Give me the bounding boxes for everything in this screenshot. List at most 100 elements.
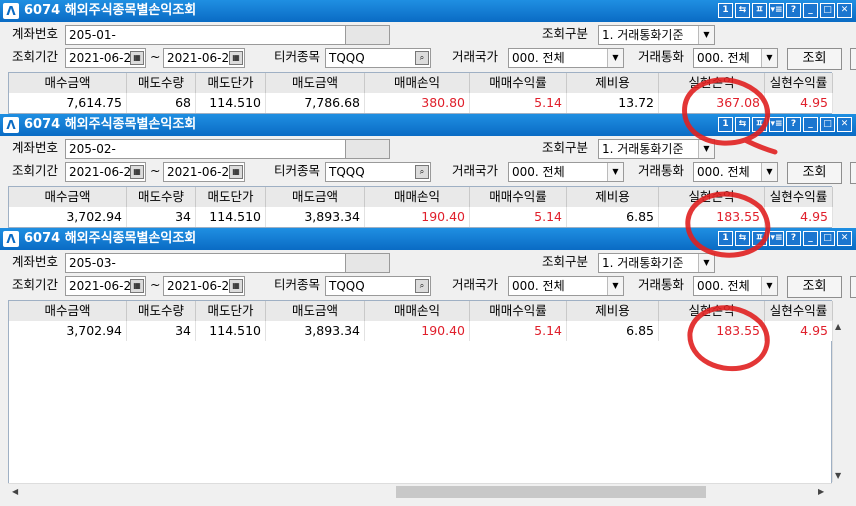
col-header: 매수금액 [9,73,127,93]
link-button[interactable]: ⇆ [735,117,750,132]
ticker-label: 티커종목 [274,277,321,292]
link-button[interactable]: ⇆ [735,231,750,246]
window-2: Λ 6074 해외주식종목별손익조회 1 ⇆ ㅍ ▾≡ ? _ □ ✕ 계좌번호… [0,114,856,228]
realized-pl-cell: 183.55 [659,321,765,341]
close-button[interactable]: ✕ [837,117,852,132]
maximize-button[interactable]: □ [820,117,835,132]
close-button[interactable]: ✕ [837,3,852,18]
menu-button[interactable]: ▾≡ [769,231,784,246]
calendar-icon[interactable]: ▦ [130,165,144,179]
next-button[interactable] [850,276,856,298]
col-header: 매매수익률 [470,73,567,93]
scroll-up-icon[interactable]: ▲ [835,322,841,331]
horizontal-scrollbar[interactable]: ◀ ▶ [8,483,832,500]
scroll-thumb[interactable] [396,486,706,498]
inquiry-type-select[interactable]: 1. 거래통화기준 ▼ [598,253,715,273]
currency-select[interactable]: 000. 전체 ▼ [693,48,778,68]
next-button[interactable] [850,162,856,184]
buy-amount-cell: 3,702.94 [9,207,127,227]
scroll-down-icon[interactable]: ▼ [835,471,841,480]
trade-return-cell: 5.14 [470,321,567,341]
account-input[interactable]: 205-01- [65,25,390,45]
maximize-button[interactable]: □ [820,231,835,246]
result-grid: 매수금액 매도수량 매도단가 매도금액 매매손익 매매수익률 제비용 실현손익 … [8,186,833,228]
grid-header: 매수금액 매도수량 매도단가 매도금액 매매손익 매매수익률 제비용 실현손익 … [9,73,833,93]
vertical-scrollbar[interactable]: ▲ ▼ [832,320,848,482]
app-logo-icon: Λ [3,231,19,247]
chevron-down-icon: ▼ [698,254,714,272]
sell-amount-cell: 7,786.68 [266,93,365,113]
inquiry-type-label: 조회구분 [542,254,589,269]
menu-button[interactable]: ▾≡ [769,3,784,18]
pin-1-button[interactable]: 1 [718,231,733,246]
currency-label: 거래통화 [638,49,685,64]
realized-pl-cell: 183.55 [659,207,765,227]
tilde-label: ~ [150,49,161,64]
col-header: 실현수익률 [765,301,833,321]
magnifier-icon[interactable]: ⌕ [415,51,429,65]
link-button[interactable]: ⇆ [735,3,750,18]
window-title: 6074 해외주식종목별손익조회 [24,3,197,18]
pin-button[interactable]: ㅍ [752,3,767,18]
table-row[interactable]: 3,702.94 34 114.510 3,893.34 190.40 5.14… [9,207,833,227]
country-select[interactable]: 000. 전체 ▼ [508,48,624,68]
tilde-label: ~ [150,163,161,178]
pin-1-button[interactable]: 1 [718,117,733,132]
trade-pl-cell: 190.40 [365,321,470,341]
maximize-button[interactable]: □ [820,3,835,18]
sell-price-cell: 114.510 [196,207,266,227]
currency-select[interactable]: 000. 전체 ▼ [693,276,778,296]
minimize-button[interactable]: _ [803,231,818,246]
help-button[interactable]: ? [786,3,801,18]
grid-header: 매수금액 매도수량 매도단가 매도금액 매매손익 매매수익률 제비용 실현손익 … [9,301,833,321]
calendar-icon[interactable]: ▦ [130,279,144,293]
pin-button[interactable]: ㅍ [752,117,767,132]
account-label: 계좌번호 [12,26,59,41]
search-button[interactable]: 조회 [787,162,842,184]
realized-pl-cell: 367.08 [659,93,765,113]
table-row[interactable]: 3,702.94 34 114.510 3,893.34 190.40 5.14… [9,321,833,341]
country-select[interactable]: 000. 전체 ▼ [508,276,624,296]
trade-return-cell: 5.14 [470,207,567,227]
help-button[interactable]: ? [786,117,801,132]
period-label: 조회기간 [12,163,59,178]
minimize-button[interactable]: _ [803,3,818,18]
country-select[interactable]: 000. 전체 ▼ [508,162,624,182]
menu-button[interactable]: ▾≡ [769,117,784,132]
minimize-button[interactable]: _ [803,117,818,132]
col-header: 매매손익 [365,301,470,321]
table-row[interactable]: 7,614.75 68 114.510 7,786.68 380.80 5.14… [9,93,833,113]
calendar-icon[interactable]: ▦ [229,165,243,179]
scroll-left-icon[interactable]: ◀ [12,487,18,496]
next-button[interactable] [850,48,856,70]
ticker-label: 티커종목 [274,49,321,64]
account-input[interactable]: 205-03- [65,253,390,273]
trade-pl-cell: 190.40 [365,207,470,227]
inquiry-type-select[interactable]: 1. 거래통화기준 ▼ [598,25,715,45]
chevron-down-icon: ▼ [607,163,623,181]
inquiry-type-select[interactable]: 1. 거래통화기준 ▼ [598,139,715,159]
magnifier-icon[interactable]: ⌕ [415,279,429,293]
currency-select[interactable]: 000. 전체 ▼ [693,162,778,182]
country-label: 거래국가 [452,49,499,64]
account-input[interactable]: 205-02- [65,139,390,159]
calendar-icon[interactable]: ▦ [229,51,243,65]
magnifier-icon[interactable]: ⌕ [415,165,429,179]
close-button[interactable]: ✕ [837,231,852,246]
pin-1-button[interactable]: 1 [718,3,733,18]
realized-return-cell: 4.95 [765,321,833,341]
calendar-icon[interactable]: ▦ [130,51,144,65]
pin-button[interactable]: ㅍ [752,231,767,246]
help-button[interactable]: ? [786,231,801,246]
sell-qty-cell: 34 [127,321,196,341]
scroll-right-icon[interactable]: ▶ [818,487,824,496]
col-header: 매수금액 [9,187,127,207]
col-header: 제비용 [567,73,659,93]
col-header: 매도단가 [196,187,266,207]
search-button[interactable]: 조회 [787,48,842,70]
account-name-field [345,25,390,45]
currency-label: 거래통화 [638,277,685,292]
search-button[interactable]: 조회 [787,276,842,298]
calendar-icon[interactable]: ▦ [229,279,243,293]
ticker-label: 티커종목 [274,163,321,178]
